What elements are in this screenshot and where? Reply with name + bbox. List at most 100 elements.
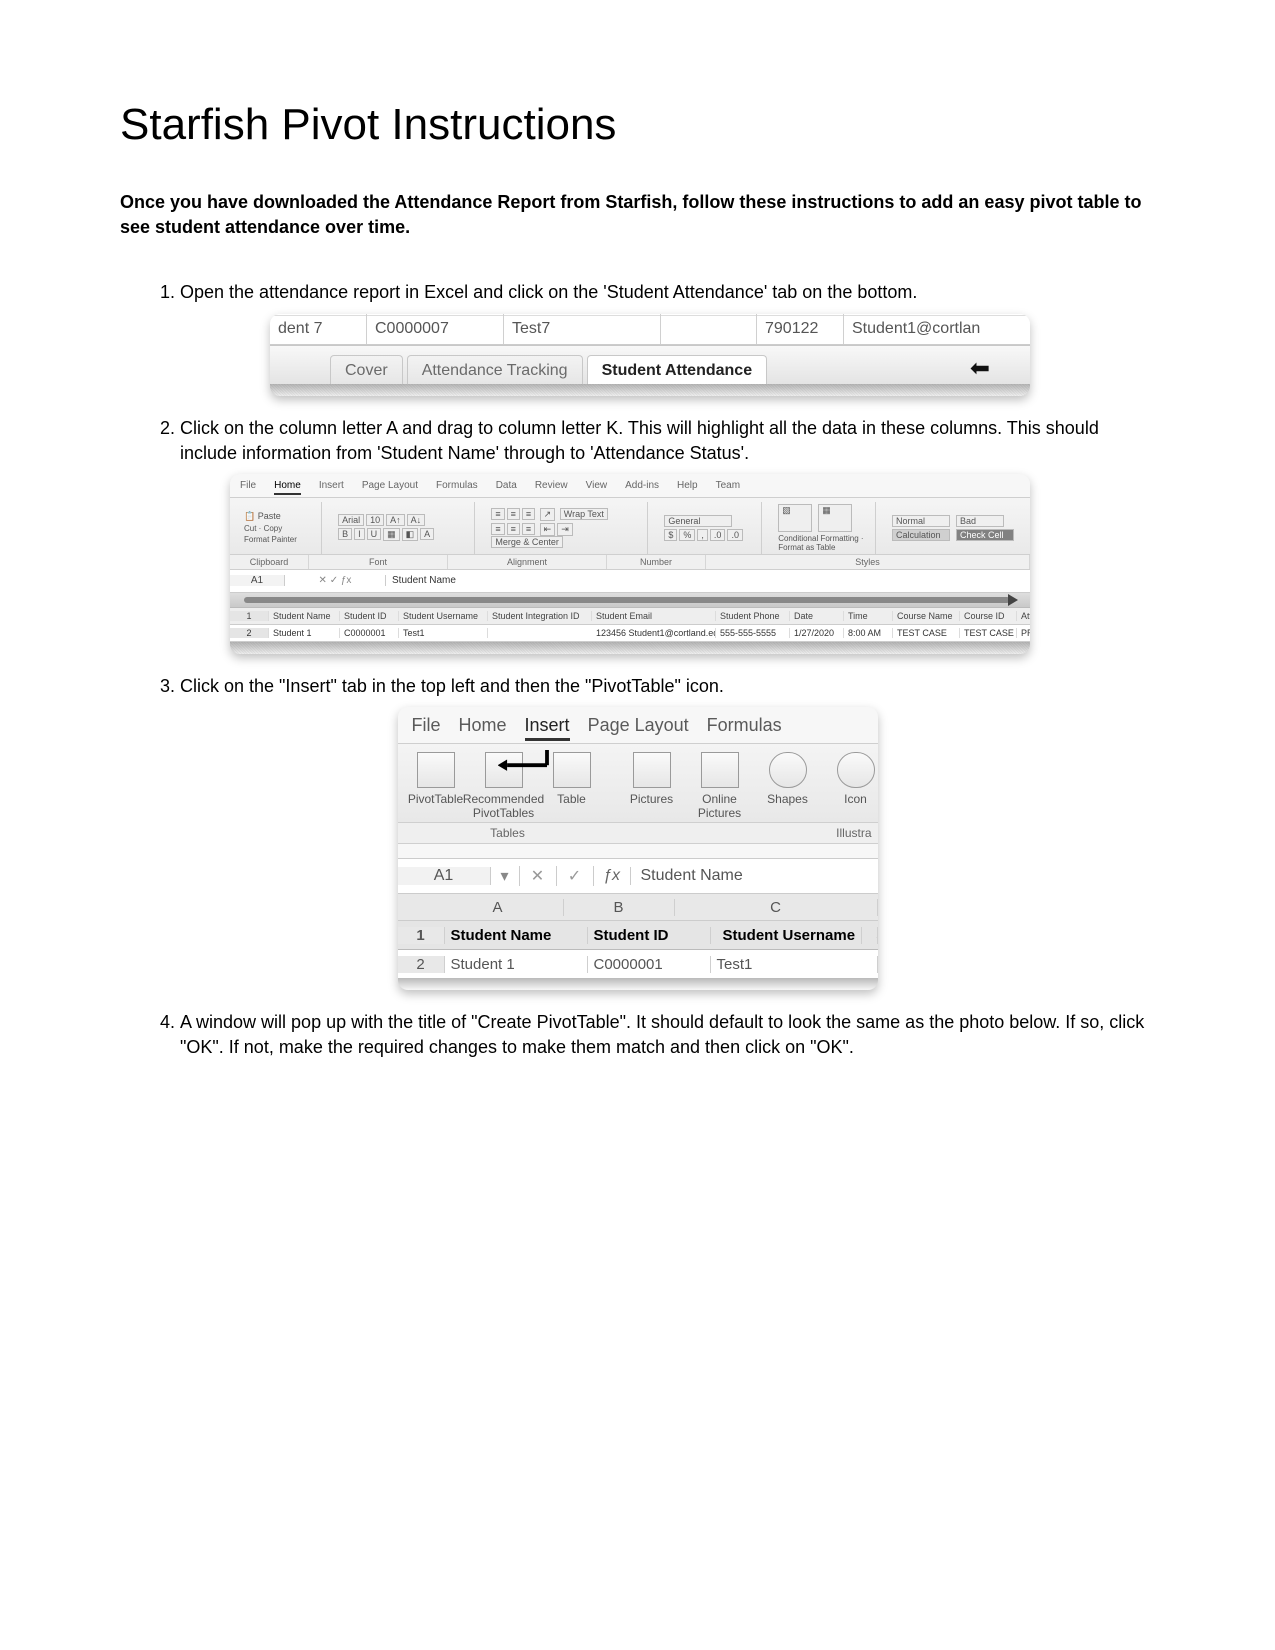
icon-button[interactable]: Icon bbox=[828, 752, 878, 806]
intro-text: Once you have downloaded the Attendance … bbox=[120, 190, 1155, 240]
shapes-button[interactable]: Shapes bbox=[760, 752, 816, 806]
indent-inc-icon[interactable]: ⇥ bbox=[557, 523, 573, 536]
ribbon-tab-page-layout[interactable]: Page Layout bbox=[588, 715, 689, 741]
copy-button[interactable]: Copy bbox=[264, 524, 283, 533]
col-header: Student Name bbox=[269, 611, 340, 621]
align-bot-icon[interactable]: ≡ bbox=[522, 508, 535, 520]
fx-icon[interactable]: ƒx bbox=[594, 867, 631, 885]
cell: dent 7 bbox=[270, 314, 367, 344]
cell: 555-555-5555 bbox=[716, 628, 790, 638]
cell: Test1 bbox=[399, 628, 488, 638]
percent-icon[interactable]: % bbox=[679, 529, 695, 541]
ribbon-tab-team[interactable]: Team bbox=[716, 480, 740, 495]
ribbon-tab-formulas[interactable]: Formulas bbox=[436, 480, 478, 495]
pivottable-button[interactable]: PivotTable bbox=[408, 752, 464, 806]
orient-icon[interactable]: ↗ bbox=[540, 508, 556, 521]
row-number[interactable]: 1 bbox=[398, 927, 445, 944]
font-size-select[interactable]: 10 bbox=[366, 514, 384, 526]
pictures-button[interactable]: Pictures bbox=[624, 752, 680, 806]
sheet-tab-attendance-tracking[interactable]: Attendance Tracking bbox=[407, 355, 583, 384]
format-as-table-icon[interactable]: ▦ bbox=[818, 504, 852, 532]
font-select[interactable]: Arial bbox=[338, 514, 364, 526]
group-label: Tables bbox=[398, 823, 618, 843]
ribbon-tab-file[interactable]: File bbox=[412, 715, 441, 741]
column-header-c[interactable]: C bbox=[675, 899, 878, 916]
merge-center-button[interactable]: Merge & Center bbox=[491, 536, 563, 548]
style-bad[interactable]: Bad bbox=[956, 515, 1004, 527]
cell: Student Name bbox=[445, 927, 588, 944]
sheet-tab-student-attendance[interactable]: Student Attendance bbox=[587, 355, 768, 384]
annotation-arrow-icon: ⬅ bbox=[970, 354, 990, 383]
table-button[interactable]: Table bbox=[544, 752, 600, 806]
ribbon-tab-data[interactable]: Data bbox=[496, 480, 517, 495]
paste-button[interactable]: 📋 Paste bbox=[244, 511, 313, 522]
fx-icons[interactable]: ✕ ✓ ƒx bbox=[285, 575, 386, 586]
underline-button[interactable]: U bbox=[367, 528, 382, 540]
col-header: Student Username bbox=[399, 611, 488, 621]
conditional-formatting-icon[interactable]: ▧ bbox=[778, 504, 812, 532]
cell: TEST CASE bbox=[960, 628, 1017, 638]
currency-icon[interactable]: $ bbox=[664, 529, 677, 541]
font-color-button[interactable]: A bbox=[420, 528, 434, 540]
ribbon-tab-view[interactable]: View bbox=[586, 480, 608, 495]
cell: Test1 bbox=[711, 956, 878, 973]
sheet-tab-cover[interactable]: Cover bbox=[330, 355, 403, 384]
dec-font-icon[interactable]: A↓ bbox=[407, 514, 426, 526]
italic-button[interactable]: I bbox=[354, 528, 365, 540]
border-button[interactable]: ▦ bbox=[383, 528, 400, 541]
fill-color-button[interactable]: ◧ bbox=[402, 528, 419, 541]
ribbon-tab-file[interactable]: File bbox=[240, 480, 256, 495]
dec-dec-icon[interactable]: .0 bbox=[727, 529, 743, 541]
inc-font-icon[interactable]: A↑ bbox=[386, 514, 405, 526]
wrap-text-button[interactable]: Wrap Text bbox=[560, 508, 608, 520]
align-top-icon[interactable]: ≡ bbox=[491, 508, 504, 520]
ribbon-tab-review[interactable]: Review bbox=[535, 480, 568, 495]
ribbon-tab-page-layout[interactable]: Page Layout bbox=[362, 480, 418, 495]
align-center-icon[interactable]: ≡ bbox=[507, 523, 520, 535]
step-1: Open the attendance report in Excel and … bbox=[180, 280, 1155, 305]
formula-bar[interactable]: Student Name bbox=[631, 867, 878, 885]
ribbon-tab-formulas[interactable]: Formulas bbox=[707, 715, 782, 741]
row-number[interactable]: 2 bbox=[230, 628, 269, 638]
bold-button[interactable]: B bbox=[338, 528, 352, 540]
column-header-b[interactable]: B bbox=[564, 899, 675, 916]
format-painter-button[interactable]: Format Painter bbox=[244, 535, 313, 544]
number-format-select[interactable]: General bbox=[664, 515, 732, 527]
style-normal[interactable]: Normal bbox=[892, 515, 950, 527]
align-left-icon[interactable]: ≡ bbox=[491, 523, 504, 535]
col-header: Student Integration ID bbox=[488, 611, 592, 621]
style-check-cell[interactable]: Check Cell bbox=[956, 529, 1014, 541]
ribbon-tab-home[interactable]: Home bbox=[274, 480, 301, 495]
group-label: Styles bbox=[706, 555, 1030, 569]
group-label: Font bbox=[309, 555, 448, 569]
row-number[interactable]: 1 bbox=[230, 611, 269, 621]
group-label: Number bbox=[607, 555, 706, 569]
name-box[interactable]: A1 bbox=[230, 575, 285, 586]
ribbon-tab-insert[interactable]: Insert bbox=[525, 715, 570, 741]
cancel-icon[interactable]: ✕ bbox=[520, 866, 557, 886]
screenshot-1: dent 7 C0000007 Test7 790122 Student1@co… bbox=[270, 314, 1030, 396]
style-calculation[interactable]: Calculation bbox=[892, 529, 950, 541]
align-right-icon[interactable]: ≡ bbox=[522, 523, 535, 535]
comma-icon[interactable]: , bbox=[697, 529, 708, 541]
name-box[interactable]: A1 bbox=[398, 867, 491, 885]
row-number[interactable]: 2 bbox=[398, 956, 445, 973]
ribbon-tab-insert[interactable]: Insert bbox=[319, 480, 344, 495]
label: Shapes bbox=[767, 792, 808, 806]
recommended-pivottables-button[interactable]: Recommended PivotTables bbox=[476, 752, 532, 820]
check-icon[interactable]: ✓ bbox=[557, 866, 594, 886]
column-header-a[interactable]: A bbox=[433, 899, 564, 916]
ribbon-tab-home[interactable]: Home bbox=[459, 715, 507, 741]
pivottable-icon bbox=[417, 752, 455, 788]
align-mid-icon[interactable]: ≡ bbox=[507, 508, 520, 520]
chevron-down-icon[interactable]: ▾ bbox=[491, 866, 520, 886]
online-pictures-button[interactable]: Online Pictures bbox=[692, 752, 748, 820]
ribbon-tab-addins[interactable]: Add-ins bbox=[625, 480, 659, 495]
indent-dec-icon[interactable]: ⇤ bbox=[540, 523, 556, 536]
ribbon-tab-help[interactable]: Help bbox=[677, 480, 698, 495]
formula-bar[interactable]: Student Name bbox=[386, 575, 1030, 586]
col-header: Time bbox=[844, 611, 893, 621]
cell: Test7 bbox=[504, 314, 661, 344]
inc-dec-icon[interactable]: .0 bbox=[710, 529, 726, 541]
cut-button[interactable]: Cut bbox=[244, 524, 256, 533]
